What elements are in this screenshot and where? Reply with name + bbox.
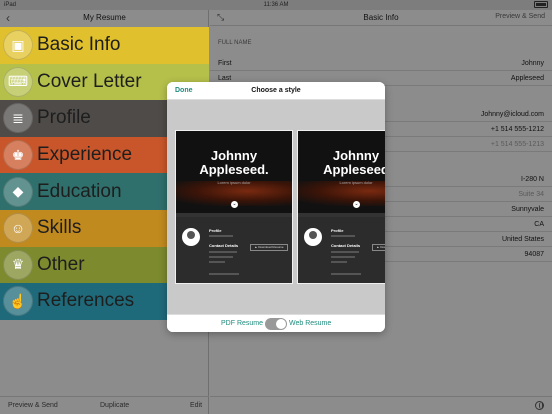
graduation-cap-icon: ◆: [3, 176, 33, 207]
resume-type-toggle[interactable]: [265, 318, 287, 330]
chevron-down-icon: ⌄: [353, 201, 360, 208]
globe-icon[interactable]: [535, 401, 544, 410]
placeholder-line: [209, 251, 237, 253]
style-picker-modal: Done Choose a style Johnny Appleseed. Lo…: [167, 82, 385, 332]
card-name: Johnny Appleseed.: [199, 148, 269, 177]
card-contact-heading: Contact Details: [331, 243, 361, 248]
info-row-value: Johnny@icloud.com: [480, 111, 544, 118]
menu-item-label: Cover Letter: [37, 70, 142, 92]
info-row-key: First: [218, 60, 232, 67]
info-row-value: Sunnyvale: [511, 206, 544, 213]
placeholder-line: [331, 235, 355, 237]
info-row-value: +1 514 555-1212: [490, 126, 544, 133]
right-nav-bar: ⤡ Basic Info Preview & Send: [210, 10, 552, 26]
id-badge-icon: ▣: [3, 30, 33, 61]
avatar: [182, 228, 200, 246]
right-toolbar: [210, 396, 552, 414]
info-row-value: I-280 N: [521, 176, 544, 183]
placeholder-line: [331, 256, 355, 258]
menu-item-label: References: [37, 290, 135, 312]
avatar: [304, 228, 322, 246]
battery-icon: [534, 1, 548, 8]
placeholder-line: [209, 235, 233, 237]
resume-style-card[interactable]: Johnny Appleseed Lorem ipsum dolor ⌄ Pro…: [297, 130, 385, 284]
preview-send-action[interactable]: Preview & Send: [495, 13, 545, 20]
pdf-resume-label[interactable]: PDF Resume: [221, 320, 263, 327]
style-carousel[interactable]: Johnny Appleseed. Lorem ipsum dolor ⌄ Pr…: [167, 100, 385, 315]
card-contact-heading: Contact Details: [209, 243, 239, 248]
info-row-value: +1 514 555-1213: [490, 141, 544, 148]
modal-header: Done Choose a style: [167, 82, 385, 100]
resume-style-card[interactable]: Johnny Appleseed. Lorem ipsum dolor ⌄ Pr…: [175, 130, 293, 284]
placeholder-line: [209, 261, 225, 263]
modal-title: Choose a style: [251, 87, 301, 94]
card-tagline: Lorem ipsum dolor: [217, 180, 251, 185]
thumbs-up-icon: ☝: [3, 286, 33, 317]
menu-item-label: Basic Info: [37, 34, 121, 56]
left-title: My Resume: [83, 13, 126, 22]
placeholder-line: [209, 256, 233, 258]
card-divider: [176, 213, 292, 217]
placeholder-line: [331, 273, 361, 275]
info-row-value: Johnny: [521, 60, 544, 67]
modal-footer: PDF Resume Web Resume: [167, 314, 385, 332]
chevron-down-icon: ⌄: [231, 201, 238, 208]
info-row-value: Suite 34: [518, 191, 544, 198]
info-row-value: 94087: [524, 251, 544, 258]
section-full-name: FULL NAME: [218, 40, 252, 46]
info-row-value: CA: [534, 221, 544, 228]
preview-send-button[interactable]: Preview & Send: [8, 402, 58, 409]
menu-item-label: Other: [37, 253, 85, 275]
info-row-value: Appleseed: [510, 75, 544, 82]
placeholder-line: [209, 273, 239, 275]
duplicate-button[interactable]: Duplicate: [100, 402, 129, 409]
menu-item-basic-info[interactable]: ▣ Basic Info: [0, 27, 209, 64]
document-icon: ≣: [3, 103, 33, 134]
status-bar: iPad 11:36 AM: [0, 0, 552, 10]
clock: 11:36 AM: [263, 2, 289, 8]
card-profile-heading: Profile: [331, 228, 344, 233]
edit-button[interactable]: Edit: [190, 402, 202, 409]
web-resume-label[interactable]: Web Resume: [289, 320, 331, 327]
card-name: Johnny Appleseed: [323, 148, 385, 177]
menu-item-label: Profile: [37, 107, 91, 129]
left-toolbar: Preview & Send Duplicate Edit: [0, 396, 209, 414]
placeholder-line: [331, 261, 347, 263]
card-divider: [298, 213, 385, 217]
trophy-icon: ♛: [3, 249, 33, 280]
typewriter-icon: ⌨: [3, 66, 33, 97]
menu-item-label: Experience: [37, 144, 133, 166]
download-resume-button: ▲ Download Resume: [250, 244, 288, 251]
card-profile-heading: Profile: [209, 228, 222, 233]
menu-item-label: Skills: [37, 217, 82, 239]
left-nav-bar: ‹ My Resume: [0, 10, 209, 26]
suit-icon: ♚: [3, 140, 33, 171]
person-icon: ☺: [3, 213, 33, 244]
info-row-key: Last: [218, 75, 232, 82]
download-resume-button: ▲ Download Resume: [372, 244, 385, 251]
card-tagline: Lorem ipsum dolor: [339, 180, 373, 185]
menu-item-label: Education: [37, 180, 122, 202]
placeholder-line: [331, 251, 359, 253]
info-row-value: United States: [501, 236, 544, 243]
info-row[interactable]: First Johnny: [210, 56, 552, 71]
